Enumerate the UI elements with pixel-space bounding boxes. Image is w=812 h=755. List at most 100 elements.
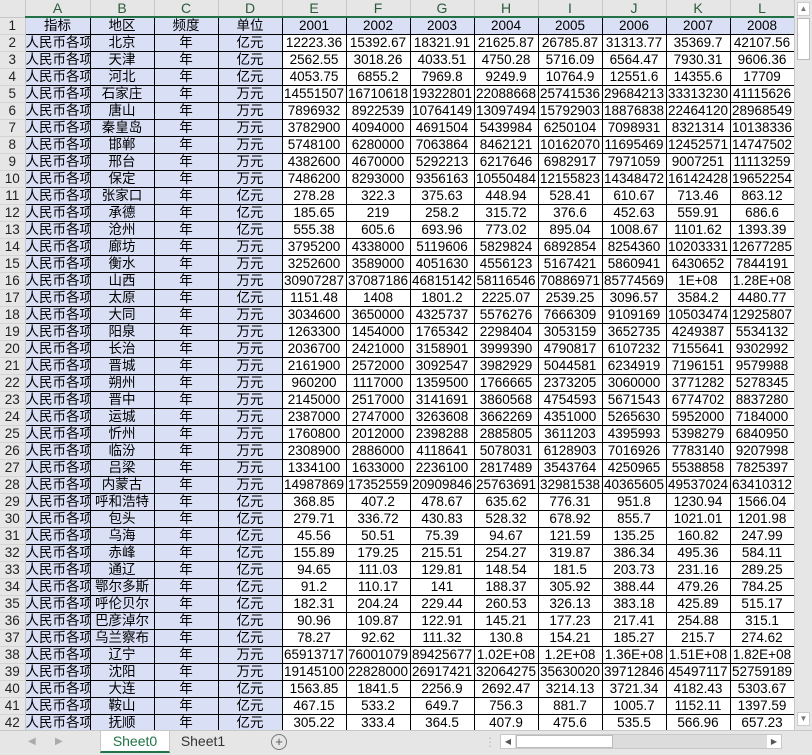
cell[interactable]: 万元 xyxy=(217,357,283,375)
cell[interactable]: 5119606 xyxy=(409,238,475,256)
header-cell[interactable]: 2003 xyxy=(409,16,475,35)
cell[interactable]: 亿元 xyxy=(217,680,283,698)
cell[interactable]: 万元 xyxy=(217,136,283,154)
row-header[interactable]: 15 xyxy=(0,255,26,273)
select-all-corner[interactable] xyxy=(0,0,26,18)
cell[interactable]: 756.3 xyxy=(473,697,539,715)
cell[interactable]: 5439984 xyxy=(473,119,539,137)
row-header[interactable]: 3 xyxy=(0,51,26,69)
cell[interactable]: 沈阳 xyxy=(89,663,155,681)
cell[interactable]: 1841.5 xyxy=(345,680,411,698)
cell[interactable]: 万元 xyxy=(217,85,283,103)
cell[interactable]: 75.39 xyxy=(409,527,475,545)
cell[interactable]: 52759189 xyxy=(729,663,795,681)
cell[interactable]: 231.16 xyxy=(665,561,731,579)
next-sheet-icon[interactable]: ▶ xyxy=(55,736,63,747)
cell[interactable]: 35369.7 xyxy=(665,34,731,52)
row-header[interactable]: 36 xyxy=(0,612,26,630)
cell[interactable]: 4754593 xyxy=(537,391,603,409)
cell[interactable]: 217.41 xyxy=(601,612,667,630)
cell[interactable]: 91.2 xyxy=(281,578,347,596)
cell[interactable]: 9606.36 xyxy=(729,51,795,69)
cell[interactable]: 亿元 xyxy=(217,561,283,579)
cell[interactable]: 6128903 xyxy=(537,442,603,460)
cell[interactable]: 阳泉 xyxy=(89,323,155,341)
cell[interactable]: 6774702 xyxy=(665,391,731,409)
row-header[interactable]: 27 xyxy=(0,459,26,477)
cell[interactable]: 3214.13 xyxy=(537,680,603,698)
cell[interactable]: 12223.36 xyxy=(281,34,347,52)
cell[interactable]: 亿元 xyxy=(217,34,283,52)
row-header[interactable]: 10 xyxy=(0,170,26,188)
cell[interactable]: 3721.34 xyxy=(601,680,667,698)
cell[interactable]: 376.6 xyxy=(537,204,603,222)
cell[interactable]: 巴彦淖尔 xyxy=(89,612,155,630)
cell[interactable]: 7486200 xyxy=(281,170,347,188)
cell[interactable]: 10503474 xyxy=(665,306,731,324)
row-header[interactable]: 38 xyxy=(0,646,26,664)
cell[interactable]: 185.27 xyxy=(601,629,667,647)
cell[interactable]: 109.87 xyxy=(345,612,411,630)
cell[interactable]: 年 xyxy=(153,408,219,426)
cell[interactable]: 人民币各项 xyxy=(24,459,91,477)
cell[interactable]: 25763691 xyxy=(473,476,539,494)
cell[interactable]: 万元 xyxy=(217,323,283,341)
cell[interactable]: 年 xyxy=(153,136,219,154)
cell[interactable]: 1.02E+08 xyxy=(473,646,539,664)
cell[interactable]: 388.44 xyxy=(601,578,667,596)
cell[interactable]: 121.59 xyxy=(537,527,603,545)
cell[interactable]: 人民币各项 xyxy=(24,340,91,358)
cell[interactable]: 6250104 xyxy=(537,119,603,137)
cell[interactable]: 110.17 xyxy=(345,578,411,596)
cell[interactable]: 1393.39 xyxy=(729,221,795,239)
cell[interactable]: 9007251 xyxy=(665,153,731,171)
cell[interactable]: 555.38 xyxy=(281,221,347,239)
cell[interactable]: 26785.87 xyxy=(537,34,603,52)
cell[interactable]: 274.62 xyxy=(729,629,795,647)
cell[interactable]: 年 xyxy=(153,374,219,392)
cell[interactable]: 2387000 xyxy=(281,408,347,426)
cell[interactable]: 万元 xyxy=(217,391,283,409)
cell[interactable]: 495.36 xyxy=(665,544,731,562)
cell[interactable]: 山西 xyxy=(89,272,155,290)
cell[interactable]: 6280000 xyxy=(345,136,411,154)
cell[interactable]: 人民币各项 xyxy=(24,221,91,239)
cell[interactable]: 19652254 xyxy=(729,170,795,188)
header-cell[interactable]: 2001 xyxy=(281,16,347,35)
cell[interactable]: 41115626 xyxy=(729,85,795,103)
cell[interactable]: 7184000 xyxy=(729,408,795,426)
cell[interactable]: 运城 xyxy=(89,408,155,426)
cell[interactable]: 万元 xyxy=(217,153,283,171)
cell[interactable]: 唐山 xyxy=(89,102,155,120)
row-header[interactable]: 35 xyxy=(0,595,26,613)
cell[interactable]: 3141691 xyxy=(409,391,475,409)
cell[interactable]: 65913717 xyxy=(281,646,347,664)
cell[interactable]: 2036700 xyxy=(281,340,347,358)
row-header[interactable]: 4 xyxy=(0,68,26,86)
cell[interactable]: 鞍山 xyxy=(89,697,155,715)
cell[interactable]: 315.1 xyxy=(729,612,795,630)
cell[interactable]: 122.91 xyxy=(409,612,475,630)
cell[interactable]: 天津 xyxy=(89,51,155,69)
cell[interactable]: 1566.04 xyxy=(729,493,795,511)
splitter-handle-icon[interactable]: ⋮ xyxy=(484,735,496,749)
cell[interactable]: 年 xyxy=(153,306,219,324)
cell[interactable]: 2308900 xyxy=(281,442,347,460)
cell[interactable]: 人民币各项 xyxy=(24,425,91,443)
cell[interactable]: 7783140 xyxy=(665,442,731,460)
cell[interactable]: 万元 xyxy=(217,340,283,358)
cell[interactable]: 年 xyxy=(153,272,219,290)
cell[interactable]: 亿元 xyxy=(217,578,283,596)
cell[interactable]: 3263608 xyxy=(409,408,475,426)
row-header[interactable]: 40 xyxy=(0,680,26,698)
cell[interactable]: 年 xyxy=(153,204,219,222)
cell[interactable]: 吕梁 xyxy=(89,459,155,477)
tab-sheet0[interactable]: Sheet0 xyxy=(100,731,170,753)
cell[interactable]: 28968549 xyxy=(729,102,795,120)
cell[interactable]: 773.02 xyxy=(473,221,539,239)
cell[interactable]: 3252600 xyxy=(281,255,347,273)
cell[interactable]: 12677285 xyxy=(729,238,795,256)
row-header[interactable]: 18 xyxy=(0,306,26,324)
cell[interactable]: 辽宁 xyxy=(89,646,155,664)
cell[interactable]: 182.31 xyxy=(281,595,347,613)
